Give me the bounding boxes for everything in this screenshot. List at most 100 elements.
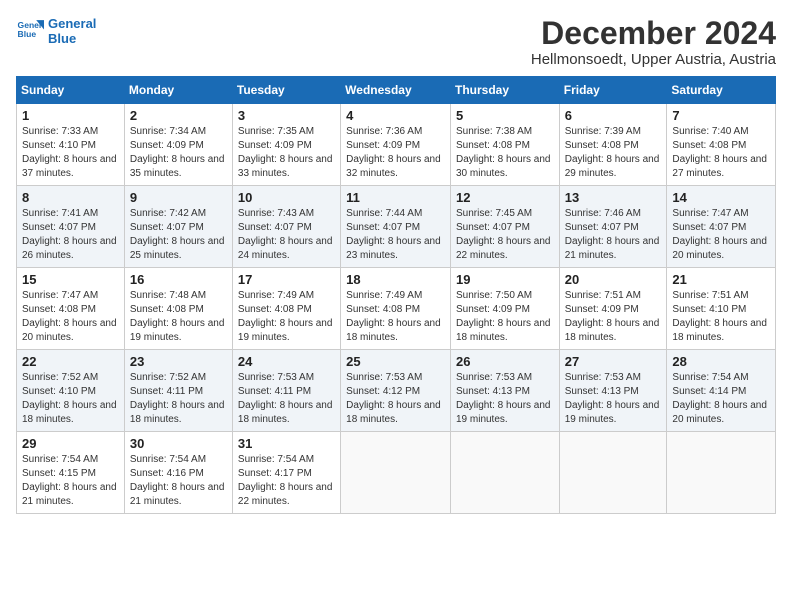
day-number: 21 [672, 272, 770, 287]
day-number: 10 [238, 190, 335, 205]
day-info: Sunrise: 7:47 AM Sunset: 4:07 PM Dayligh… [672, 208, 767, 261]
day-number: 19 [456, 272, 554, 287]
page-header: General Blue General Blue December 2024 … [16, 16, 776, 68]
day-info: Sunrise: 7:49 AM Sunset: 4:08 PM Dayligh… [346, 290, 441, 343]
day-info: Sunrise: 7:34 AM Sunset: 4:09 PM Dayligh… [130, 126, 225, 179]
day-number: 5 [456, 108, 554, 123]
day-number: 26 [456, 354, 554, 369]
day-number: 28 [672, 354, 770, 369]
day-info: Sunrise: 7:54 AM Sunset: 4:17 PM Dayligh… [238, 454, 333, 507]
calendar-cell: 26 Sunrise: 7:53 AM Sunset: 4:13 PM Dayl… [450, 350, 559, 432]
weekday-header-row: SundayMondayTuesdayWednesdayThursdayFrid… [17, 77, 776, 104]
weekday-header-wednesday: Wednesday [341, 77, 451, 104]
day-number: 17 [238, 272, 335, 287]
calendar-cell: 23 Sunrise: 7:52 AM Sunset: 4:11 PM Dayl… [124, 350, 232, 432]
logo-icon: General Blue [16, 17, 44, 45]
calendar-cell: 8 Sunrise: 7:41 AM Sunset: 4:07 PM Dayli… [17, 186, 125, 268]
calendar-cell: 17 Sunrise: 7:49 AM Sunset: 4:08 PM Dayl… [232, 268, 340, 350]
day-info: Sunrise: 7:54 AM Sunset: 4:14 PM Dayligh… [672, 372, 767, 425]
week-row-1: 1 Sunrise: 7:33 AM Sunset: 4:10 PM Dayli… [17, 104, 776, 186]
day-info: Sunrise: 7:38 AM Sunset: 4:08 PM Dayligh… [456, 126, 551, 179]
logo: General Blue General Blue [16, 16, 96, 46]
calendar-cell: 10 Sunrise: 7:43 AM Sunset: 4:07 PM Dayl… [232, 186, 340, 268]
weekday-header-tuesday: Tuesday [232, 77, 340, 104]
day-number: 3 [238, 108, 335, 123]
day-number: 4 [346, 108, 445, 123]
calendar-cell: 9 Sunrise: 7:42 AM Sunset: 4:07 PM Dayli… [124, 186, 232, 268]
calendar-cell: 14 Sunrise: 7:47 AM Sunset: 4:07 PM Dayl… [667, 186, 776, 268]
day-info: Sunrise: 7:42 AM Sunset: 4:07 PM Dayligh… [130, 208, 225, 261]
day-info: Sunrise: 7:44 AM Sunset: 4:07 PM Dayligh… [346, 208, 441, 261]
day-number: 13 [565, 190, 662, 205]
day-number: 18 [346, 272, 445, 287]
day-info: Sunrise: 7:39 AM Sunset: 4:08 PM Dayligh… [565, 126, 660, 179]
day-number: 25 [346, 354, 445, 369]
day-info: Sunrise: 7:52 AM Sunset: 4:10 PM Dayligh… [22, 372, 117, 425]
day-info: Sunrise: 7:53 AM Sunset: 4:13 PM Dayligh… [456, 372, 551, 425]
calendar-cell: 30 Sunrise: 7:54 AM Sunset: 4:16 PM Dayl… [124, 432, 232, 514]
day-info: Sunrise: 7:50 AM Sunset: 4:09 PM Dayligh… [456, 290, 551, 343]
day-number: 7 [672, 108, 770, 123]
day-number: 27 [565, 354, 662, 369]
day-number: 2 [130, 108, 227, 123]
day-number: 6 [565, 108, 662, 123]
day-info: Sunrise: 7:54 AM Sunset: 4:16 PM Dayligh… [130, 454, 225, 507]
week-row-5: 29 Sunrise: 7:54 AM Sunset: 4:15 PM Dayl… [17, 432, 776, 514]
week-row-4: 22 Sunrise: 7:52 AM Sunset: 4:10 PM Dayl… [17, 350, 776, 432]
day-number: 1 [22, 108, 119, 123]
day-number: 12 [456, 190, 554, 205]
day-number: 22 [22, 354, 119, 369]
calendar-cell: 22 Sunrise: 7:52 AM Sunset: 4:10 PM Dayl… [17, 350, 125, 432]
calendar-cell: 15 Sunrise: 7:47 AM Sunset: 4:08 PM Dayl… [17, 268, 125, 350]
title-section: December 2024 Hellmonsoedt, Upper Austri… [531, 16, 776, 68]
calendar-cell: 25 Sunrise: 7:53 AM Sunset: 4:12 PM Dayl… [341, 350, 451, 432]
day-number: 16 [130, 272, 227, 287]
day-number: 23 [130, 354, 227, 369]
weekday-header-thursday: Thursday [450, 77, 559, 104]
calendar-cell: 11 Sunrise: 7:44 AM Sunset: 4:07 PM Dayl… [341, 186, 451, 268]
weekday-header-monday: Monday [124, 77, 232, 104]
calendar-cell: 6 Sunrise: 7:39 AM Sunset: 4:08 PM Dayli… [559, 104, 667, 186]
day-number: 29 [22, 436, 119, 451]
weekday-header-friday: Friday [559, 77, 667, 104]
day-number: 8 [22, 190, 119, 205]
day-info: Sunrise: 7:46 AM Sunset: 4:07 PM Dayligh… [565, 208, 660, 261]
day-info: Sunrise: 7:51 AM Sunset: 4:10 PM Dayligh… [672, 290, 767, 343]
day-number: 24 [238, 354, 335, 369]
calendar-cell: 18 Sunrise: 7:49 AM Sunset: 4:08 PM Dayl… [341, 268, 451, 350]
calendar-cell: 12 Sunrise: 7:45 AM Sunset: 4:07 PM Dayl… [450, 186, 559, 268]
calendar-table: SundayMondayTuesdayWednesdayThursdayFrid… [16, 76, 776, 514]
calendar-cell: 21 Sunrise: 7:51 AM Sunset: 4:10 PM Dayl… [667, 268, 776, 350]
week-row-3: 15 Sunrise: 7:47 AM Sunset: 4:08 PM Dayl… [17, 268, 776, 350]
day-info: Sunrise: 7:52 AM Sunset: 4:11 PM Dayligh… [130, 372, 225, 425]
day-number: 9 [130, 190, 227, 205]
calendar-cell: 27 Sunrise: 7:53 AM Sunset: 4:13 PM Dayl… [559, 350, 667, 432]
calendar-cell: 5 Sunrise: 7:38 AM Sunset: 4:08 PM Dayli… [450, 104, 559, 186]
day-info: Sunrise: 7:48 AM Sunset: 4:08 PM Dayligh… [130, 290, 225, 343]
day-info: Sunrise: 7:53 AM Sunset: 4:13 PM Dayligh… [565, 372, 660, 425]
calendar-cell: 19 Sunrise: 7:50 AM Sunset: 4:09 PM Dayl… [450, 268, 559, 350]
day-number: 31 [238, 436, 335, 451]
logo-text: General Blue [48, 16, 96, 46]
location-title: Hellmonsoedt, Upper Austria, Austria [531, 51, 776, 68]
week-row-2: 8 Sunrise: 7:41 AM Sunset: 4:07 PM Dayli… [17, 186, 776, 268]
calendar-cell [341, 432, 451, 514]
calendar-cell: 28 Sunrise: 7:54 AM Sunset: 4:14 PM Dayl… [667, 350, 776, 432]
calendar-cell: 13 Sunrise: 7:46 AM Sunset: 4:07 PM Dayl… [559, 186, 667, 268]
day-info: Sunrise: 7:35 AM Sunset: 4:09 PM Dayligh… [238, 126, 333, 179]
calendar-cell [667, 432, 776, 514]
calendar-cell [450, 432, 559, 514]
day-info: Sunrise: 7:40 AM Sunset: 4:08 PM Dayligh… [672, 126, 767, 179]
day-number: 14 [672, 190, 770, 205]
calendar-cell: 7 Sunrise: 7:40 AM Sunset: 4:08 PM Dayli… [667, 104, 776, 186]
day-info: Sunrise: 7:45 AM Sunset: 4:07 PM Dayligh… [456, 208, 551, 261]
calendar-cell: 2 Sunrise: 7:34 AM Sunset: 4:09 PM Dayli… [124, 104, 232, 186]
calendar-cell: 3 Sunrise: 7:35 AM Sunset: 4:09 PM Dayli… [232, 104, 340, 186]
calendar-cell: 20 Sunrise: 7:51 AM Sunset: 4:09 PM Dayl… [559, 268, 667, 350]
day-info: Sunrise: 7:41 AM Sunset: 4:07 PM Dayligh… [22, 208, 117, 261]
day-info: Sunrise: 7:47 AM Sunset: 4:08 PM Dayligh… [22, 290, 117, 343]
month-title: December 2024 [531, 16, 776, 51]
weekday-header-saturday: Saturday [667, 77, 776, 104]
svg-text:Blue: Blue [18, 29, 37, 39]
day-info: Sunrise: 7:54 AM Sunset: 4:15 PM Dayligh… [22, 454, 117, 507]
